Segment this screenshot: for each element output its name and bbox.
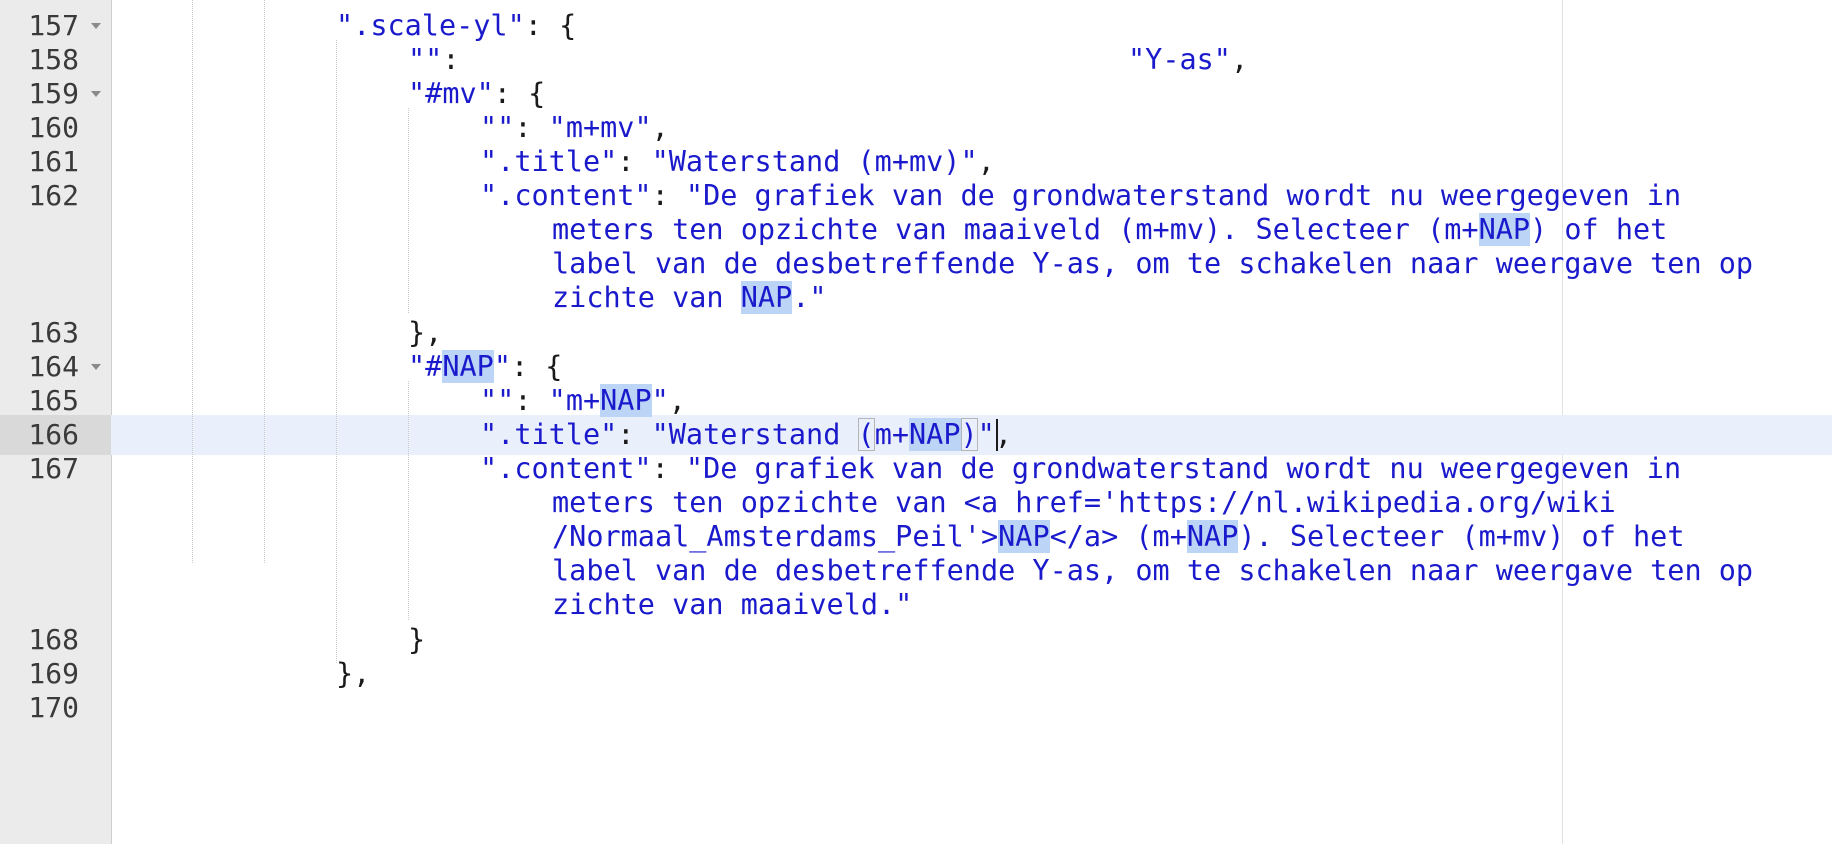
code-line-167-wrap[interactable]: zichte van maaiveld." [552,585,912,625]
indent-guide [336,40,337,663]
indent-guide [408,381,409,620]
indent-guide [264,0,265,563]
editor-row: 170 [0,688,1832,728]
line-number: 170 [28,691,79,724]
text-cursor [996,419,998,451]
fold-arrow-icon[interactable] [91,91,101,97]
fold-arrow-icon[interactable] [91,23,101,29]
matching-bracket: ) [960,418,978,451]
indent-guide [192,0,193,563]
fold-arrow-icon[interactable] [91,364,101,370]
line-number: 162 [28,179,79,212]
code-line-169[interactable]: }, [336,654,370,694]
indent-guide [408,108,409,313]
line-number: 167 [28,452,79,485]
code-line-168[interactable]: } [408,620,425,660]
matching-bracket: ( [857,418,875,451]
code-line-158-value[interactable]: "Y-as", [1128,40,1248,80]
code-editor[interactable]: 157 158 159 160 161 162 163 164 165 166 … [0,0,1832,844]
code-line-162-wrap[interactable]: zichte van NAP." [552,278,827,318]
